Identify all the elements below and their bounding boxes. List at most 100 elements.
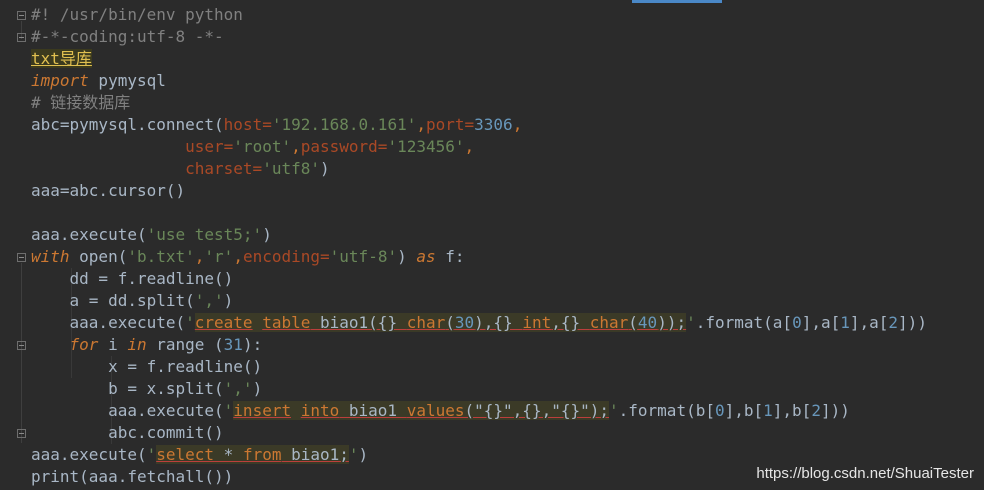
code-token: ]))	[820, 401, 850, 420]
code-token: ','	[194, 291, 224, 310]
code-token: 'r'	[204, 247, 234, 266]
code-line[interactable]: x = f.readline()	[31, 356, 984, 378]
code-token: ],a[	[849, 313, 889, 332]
code-line[interactable]: aaa.execute('use test5;')	[31, 224, 984, 246]
code-token: 31	[223, 335, 243, 354]
code-token: ],a[	[801, 313, 841, 332]
code-token: 'use test5;'	[146, 225, 263, 244]
code-line[interactable]: abc.commit()	[31, 422, 984, 444]
code-editor[interactable]: #! /usr/bin/env python #-*-coding:utf-8 -…	[31, 4, 984, 488]
code-token: .format(a[	[695, 313, 793, 332]
code-token: '	[609, 401, 619, 420]
code-token: x = f.readline()	[31, 357, 263, 376]
code-line[interactable]: a = dd.split(',')	[31, 290, 984, 312]
code-token: biao1	[339, 401, 407, 420]
code-token: pymysql	[88, 71, 166, 90]
code-token: '	[146, 445, 157, 464]
code-line[interactable]: #! /usr/bin/env python	[31, 4, 984, 26]
code-token	[252, 313, 263, 332]
code-line[interactable]: dd = f.readline()	[31, 268, 984, 290]
code-token: for	[69, 335, 99, 354]
code-token: ],b[	[724, 401, 764, 420]
code-token: )	[262, 225, 272, 244]
code-line[interactable]: user='root',password='123456',	[31, 136, 984, 158]
code-token: into	[300, 401, 340, 420]
code-token: )	[252, 379, 263, 398]
code-line[interactable]: aaa.execute('select * from biao1;')	[31, 444, 984, 466]
code-token: )	[358, 445, 369, 464]
code-token: '	[223, 401, 234, 420]
code-token: f:	[435, 247, 465, 266]
code-token: biao1({}	[310, 313, 407, 332]
code-token: port=	[425, 115, 475, 134]
code-line[interactable]: with open('b.txt','r',encoding='utf-8') …	[31, 246, 984, 268]
code-token: ):	[242, 335, 263, 354]
code-token: aaa.execute(	[31, 313, 186, 332]
code-token: abc.commit()	[31, 423, 224, 442]
fold-marker-icon[interactable]	[17, 429, 26, 438]
code-line[interactable]: for i in range (31):	[31, 334, 984, 356]
fold-guide	[21, 263, 22, 443]
code-token: int	[522, 313, 552, 332]
code-token: #! /usr/bin/env python	[31, 5, 243, 24]
code-token: table	[262, 313, 311, 332]
code-token: 40	[637, 313, 658, 332]
code-line[interactable]: aaa.execute('insert into biao1 values("{…	[31, 400, 984, 422]
code-token: b = x.split(	[31, 379, 224, 398]
code-token: char	[406, 313, 446, 332]
code-token: 'b.txt'	[127, 247, 195, 266]
code-token: #-*-coding:utf-8 -*-	[31, 27, 224, 46]
fold-marker-icon[interactable]	[17, 11, 26, 20]
code-token: connect	[146, 115, 215, 134]
code-token: from	[242, 445, 282, 464]
code-token: biao1;	[281, 445, 349, 464]
code-line[interactable]: #-*-coding:utf-8 -*-	[31, 26, 984, 48]
code-token: )	[223, 291, 234, 310]
code-token: dd = f.readline()	[31, 269, 234, 288]
code-token: ,{}	[551, 313, 590, 332]
code-token	[291, 401, 301, 420]
code-token: ,	[512, 115, 523, 134]
code-token: 'utf-8'	[329, 247, 398, 266]
code-token: 3306	[474, 115, 513, 134]
code-token: *	[214, 445, 243, 464]
code-token: ));	[657, 313, 687, 332]
code-token: password=	[300, 137, 388, 156]
active-tab-indicator	[632, 0, 722, 3]
code-token: )	[319, 159, 330, 178]
code-line[interactable]: import pymysql	[31, 70, 984, 92]
code-token: ,	[464, 137, 475, 156]
watermark: https://blog.csdn.net/ShuaiTester	[756, 465, 974, 482]
code-token: ,	[233, 247, 243, 266]
code-token: (	[445, 313, 455, 332]
code-token: # 链接数据库	[31, 93, 131, 112]
code-line[interactable]: b = x.split(',')	[31, 378, 984, 400]
code-token: '	[686, 313, 696, 332]
code-token: ,	[291, 137, 301, 156]
editor-gutter	[0, 3, 30, 490]
code-line[interactable]: aaa.execute('create table biao1({} char(…	[31, 312, 984, 334]
code-token: charset=	[185, 159, 263, 178]
code-token: )	[397, 247, 417, 266]
code-token: host=	[223, 115, 272, 134]
fold-marker-icon[interactable]	[17, 341, 26, 350]
code-token: 1	[840, 313, 850, 332]
code-line[interactable]	[31, 202, 984, 224]
code-line[interactable]: abc=pymysql.connect(host='192.168.0.161'…	[31, 114, 984, 136]
code-line[interactable]: charset='utf8')	[31, 158, 984, 180]
code-line[interactable]: txt导库	[31, 48, 984, 70]
code-token: print(aaa.fetchall())	[31, 467, 234, 486]
code-line[interactable]: aaa=abc.cursor()	[31, 180, 984, 202]
fold-marker-icon[interactable]	[17, 33, 26, 42]
code-token: txt导库	[31, 49, 92, 68]
code-token: as	[416, 247, 436, 266]
code-token: 0	[714, 401, 725, 420]
code-line[interactable]: # 链接数据库	[31, 92, 984, 114]
code-token: abc=pymysql.	[31, 115, 147, 134]
code-token: 1	[763, 401, 773, 420]
fold-marker-icon[interactable]	[17, 253, 26, 262]
code-token: with	[31, 247, 70, 266]
